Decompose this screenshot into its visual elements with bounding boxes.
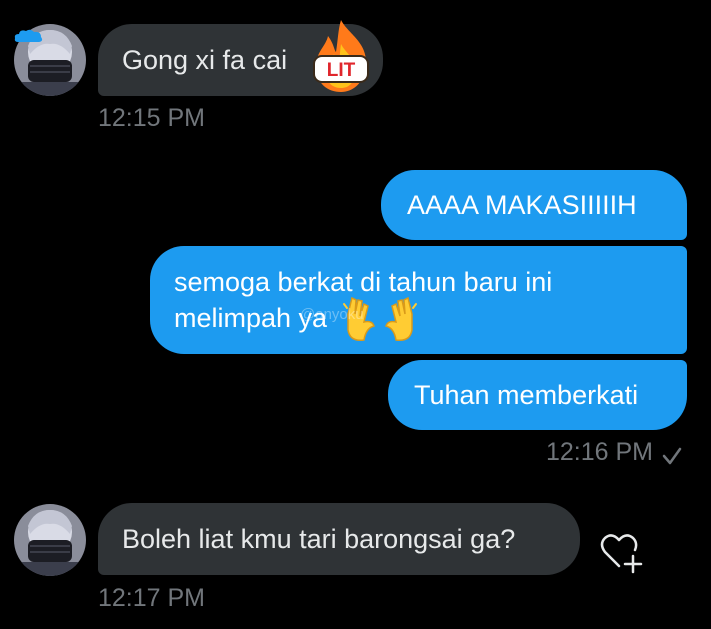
message-bubble-outgoing[interactable]: AAAA MAKASIIIIIH xyxy=(381,170,687,240)
message-text: AAAA MAKASIIIIIH xyxy=(407,190,637,220)
lit-label: LIT xyxy=(327,60,356,81)
message-bubble-incoming[interactable]: Boleh liat kmu tari barongsai ga? xyxy=(98,503,580,575)
message-text: Gong xi fa cai xyxy=(122,45,288,75)
timestamp: 12:16 PM xyxy=(546,438,654,466)
verified-badge-icon xyxy=(14,28,44,46)
avatar[interactable] xyxy=(14,504,86,576)
message-bubble-outgoing[interactable]: Tuhan memberkati xyxy=(388,360,687,430)
message-text: Boleh liat kmu tari barongsai ga? xyxy=(122,524,516,554)
heart-plus-icon[interactable] xyxy=(597,528,647,578)
message-text: Tuhan memberkati xyxy=(414,380,639,410)
sent-checkmark-icon xyxy=(660,444,684,468)
timestamp: 12:15 PM xyxy=(98,104,206,132)
fire-lit-emoji: LIT xyxy=(308,16,374,94)
message-bubble-outgoing[interactable]: semoga berkat di tahun baru ini melimpah… xyxy=(150,246,687,354)
raising-hands-emoji xyxy=(342,294,418,346)
timestamp: 12:17 PM xyxy=(98,584,206,612)
